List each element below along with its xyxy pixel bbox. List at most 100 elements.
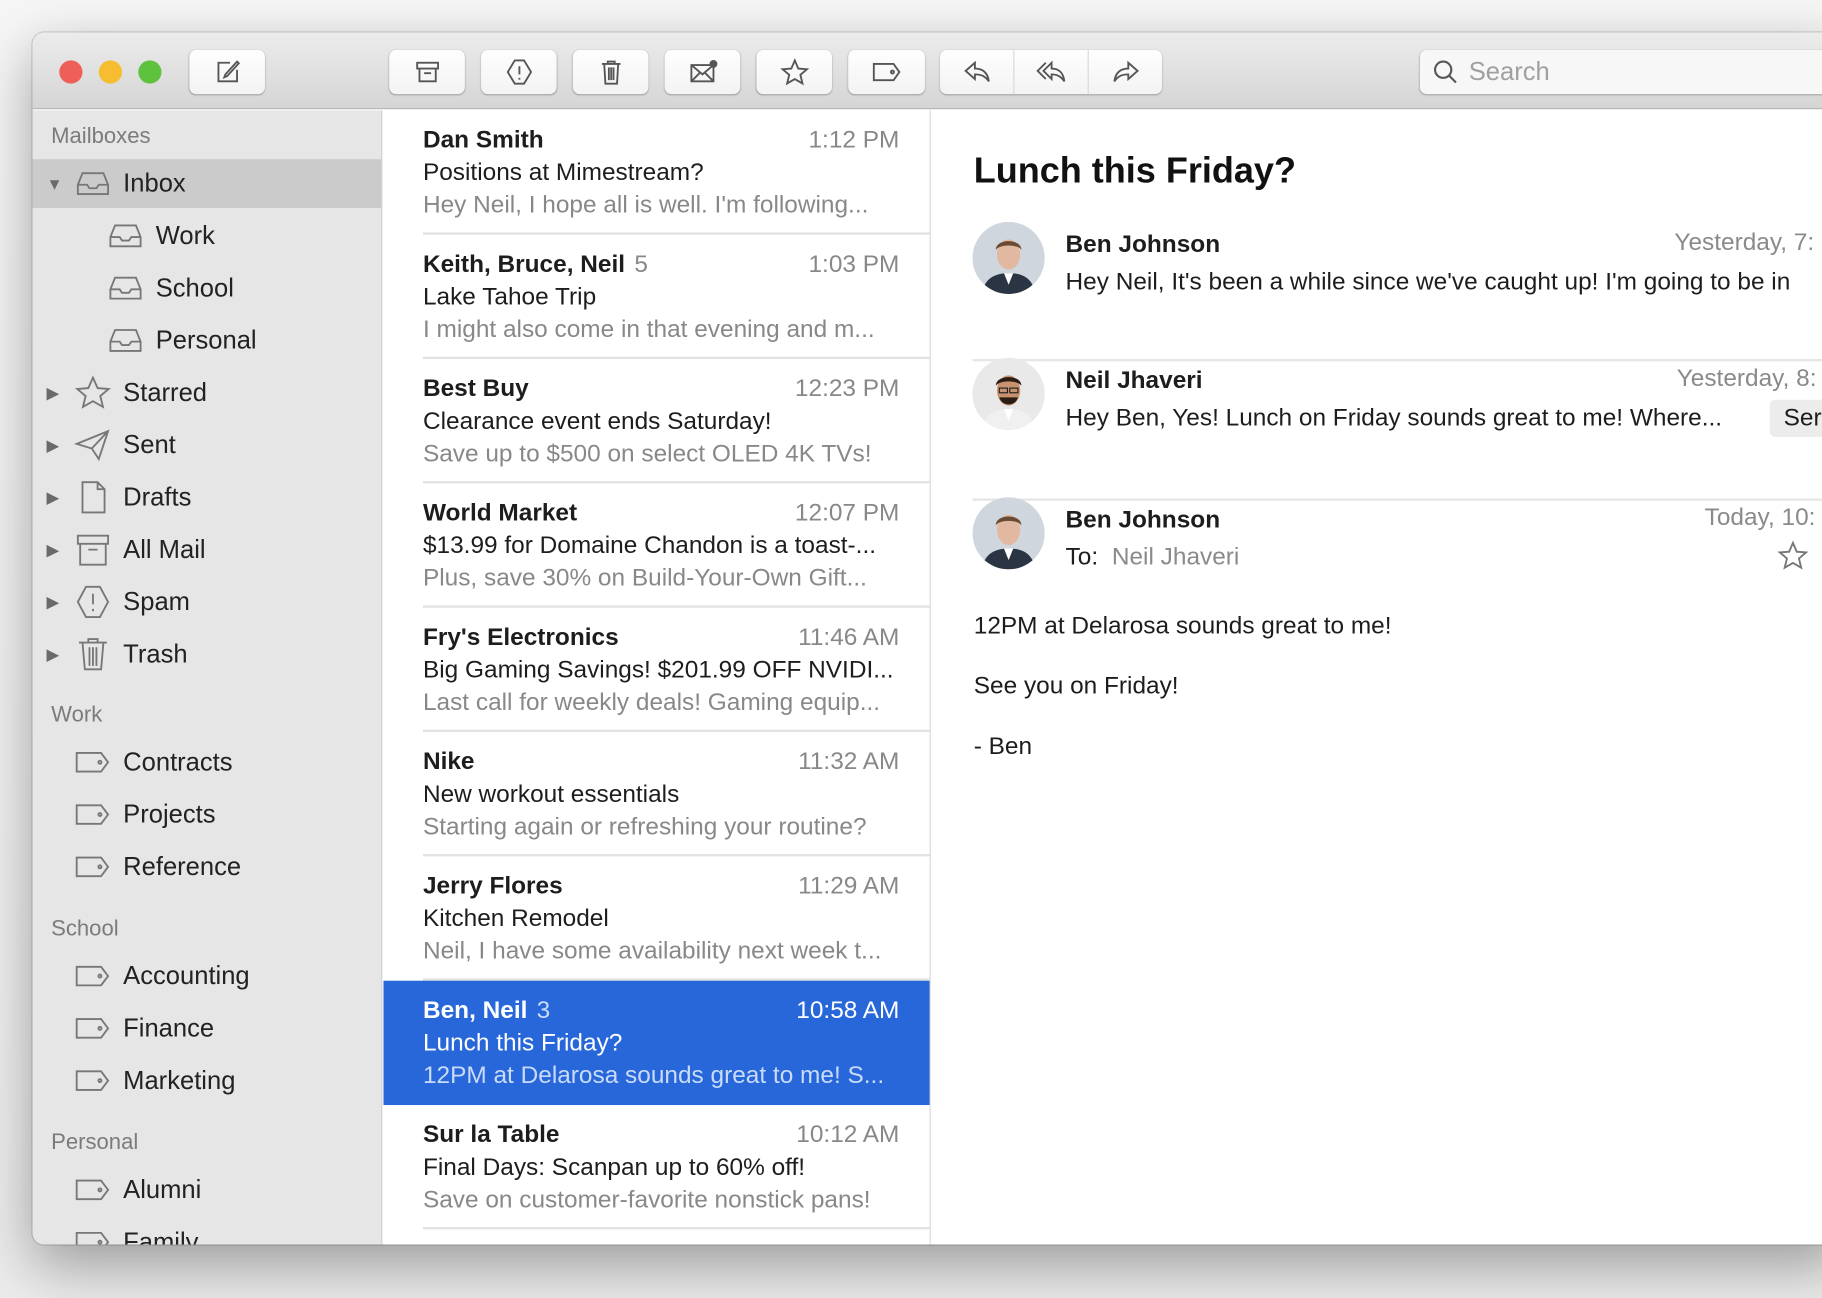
inbox-icon <box>109 224 142 248</box>
message-date: Yesterday, 7: <box>1674 228 1815 256</box>
send-badge[interactable]: Ser <box>1769 399 1822 437</box>
label-icon <box>75 752 110 773</box>
spam-icon <box>506 59 532 85</box>
mark-unread-button[interactable] <box>664 49 741 95</box>
sidebar-item-spam[interactable]: ▶ Spam <box>33 578 382 627</box>
message-time: 1:03 PM <box>808 250 900 278</box>
body-line: 12PM at Delarosa sounds great to me! <box>973 612 1392 640</box>
sidebar-item-label: Finance <box>123 1013 215 1043</box>
sidebar-item-school[interactable]: School <box>33 264 382 313</box>
label-icon <box>75 856 110 878</box>
sidebar-item-all-mail[interactable]: ▶ All Mail <box>33 525 382 574</box>
avatar <box>972 357 1045 430</box>
message-sender: Dan Smith <box>422 126 544 154</box>
tag-icon <box>872 62 901 82</box>
sidebar-item-label: Drafts <box>123 482 192 512</box>
compose-button[interactable] <box>189 49 265 95</box>
message-sender: Ben Johnson <box>1065 506 1221 534</box>
sidebar-item-contracts[interactable]: Contracts <box>33 738 382 787</box>
label-icon <box>75 1070 110 1091</box>
spam-button[interactable] <box>481 49 557 95</box>
sidebar-item-label: Projects <box>123 799 216 829</box>
sidebar-item-starred[interactable]: ▶ Starred <box>33 368 382 417</box>
disclosure-triangle-icon[interactable]: ▼ <box>46 174 62 193</box>
sidebar-item-alumni[interactable]: Alumni <box>33 1165 382 1214</box>
forward-button[interactable] <box>1089 50 1162 94</box>
star-icon <box>779 58 809 86</box>
message-row[interactable]: Nike 11:32 AM New workout essentials Starti… <box>383 732 930 857</box>
divider <box>972 359 1822 362</box>
trash-button[interactable] <box>572 49 649 95</box>
sidebar-item-drafts[interactable]: ▶ Drafts <box>33 473 382 522</box>
message-row[interactable]: Sur la Table 10:12 AM Final Days: Scanpan … <box>383 1105 930 1230</box>
sidebar-item-projects[interactable]: Projects <box>33 790 382 839</box>
tag-button[interactable] <box>848 49 925 95</box>
section-header: School <box>51 916 119 942</box>
sidebar-item-label: Reference <box>123 851 242 881</box>
disclosure-triangle-icon[interactable]: ▶ <box>46 383 59 403</box>
message-row[interactable]: Ben, Neil 3 10:58 AM Lunch this Friday? 12PM… <box>383 980 930 1106</box>
section-header: Personal <box>51 1130 139 1156</box>
divider <box>422 1227 930 1230</box>
minimize-button[interactable] <box>98 60 123 84</box>
message-row[interactable]: Dan Smith 1:12 PM Positions at Mimestream?… <box>383 110 930 235</box>
star-icon <box>74 375 111 409</box>
sidebar-item-work[interactable]: Work <box>33 211 382 260</box>
message-row[interactable]: Best Buy 12:23 PM Clearance event ends Sat… <box>383 359 930 484</box>
message-list[interactable]: Dan Smith 1:12 PM Positions at Mimestream?… <box>383 110 931 1245</box>
sidebar-item-label: All Mail <box>123 534 206 564</box>
thread-count: 5 <box>634 250 648 278</box>
sidebar-item-label: Family <box>123 1227 199 1245</box>
desktop: Search Mailboxes ▼ Inbox Work School Personal… <box>0 0 1822 1298</box>
message-row[interactable]: Fry's Electronics 11:46 AM Big Gaming Savi… <box>383 608 930 733</box>
thread-count: 3 <box>536 996 551 1024</box>
message-sender: Ben Johnson <box>1065 231 1221 258</box>
sidebar-item-personal[interactable]: Personal <box>33 316 382 365</box>
archive-icon <box>415 61 439 83</box>
message-preview: Last call for weekly deals! Gaming equip… <box>422 689 881 716</box>
sidebar-item-trash[interactable]: ▶ Trash <box>33 630 382 679</box>
zoom-button[interactable] <box>138 60 162 84</box>
search-input[interactable]: Search <box>1419 49 1822 95</box>
star-button[interactable] <box>756 49 832 95</box>
close-button[interactable] <box>59 60 83 84</box>
archive-button[interactable] <box>389 49 465 95</box>
message-row[interactable]: Keith, Bruce, Neil 5 1:03 PM Lake Tahoe Tri… <box>383 235 930 360</box>
reply-all-button[interactable] <box>1014 49 1089 95</box>
toolbar: Search <box>32 32 1822 110</box>
message-row[interactable]: World Market 12:07 PM $13.99 for Domaine C… <box>383 483 930 608</box>
compose-icon <box>216 60 240 83</box>
sidebar-item-label: Inbox <box>123 168 186 198</box>
disclosure-triangle-icon[interactable]: ▶ <box>46 540 59 560</box>
message-preview: Neil, I have some availability next week… <box>422 937 882 965</box>
sidebar-item-sent[interactable]: ▶ Sent <box>33 421 382 470</box>
sidebar: Mailboxes ▼ Inbox Work School Personal ▶ Starre… <box>32 110 383 1245</box>
disclosure-triangle-icon[interactable]: ▶ <box>46 592 59 612</box>
sidebar-item-label: Contracts <box>123 747 233 777</box>
trash-icon <box>79 638 107 671</box>
sidebar-item-label: Alumni <box>123 1174 202 1204</box>
inbox-icon <box>109 329 142 352</box>
sidebar-item-inbox[interactable]: ▼ Inbox <box>32 159 382 208</box>
disclosure-triangle-icon[interactable]: ▶ <box>46 435 59 455</box>
message-time: 11:29 AM <box>798 872 900 900</box>
reply-button[interactable] <box>940 49 1015 95</box>
avatar <box>972 221 1045 294</box>
label-icon <box>75 1231 110 1245</box>
section-header: Mailboxes <box>51 124 151 149</box>
star-icon[interactable] <box>1777 539 1810 572</box>
sidebar-item-finance[interactable]: Finance <box>33 1004 382 1053</box>
message-time: 10:58 AM <box>796 996 900 1024</box>
disclosure-triangle-icon[interactable]: ▶ <box>46 644 59 664</box>
sidebar-item-family[interactable]: Family <box>33 1218 382 1245</box>
message-sender: Keith, Bruce, Neil 5 <box>422 250 648 278</box>
sidebar-item-accounting[interactable]: Accounting <box>33 952 382 1001</box>
message-row[interactable]: Jerry Flores 11:29 AM Kitchen Remodel Neil,… <box>383 856 930 981</box>
sidebar-item-label: Starred <box>123 377 208 407</box>
reply-all-icon <box>1035 60 1065 82</box>
sidebar-item-reference[interactable]: Reference <box>33 842 382 891</box>
disclosure-triangle-icon[interactable]: ▶ <box>46 487 59 507</box>
message-sender: Sur la Table <box>422 1121 560 1149</box>
sidebar-item-marketing[interactable]: Marketing <box>33 1056 382 1105</box>
message-preview: Save up to $500 on select OLED 4K TVs! <box>422 440 872 468</box>
